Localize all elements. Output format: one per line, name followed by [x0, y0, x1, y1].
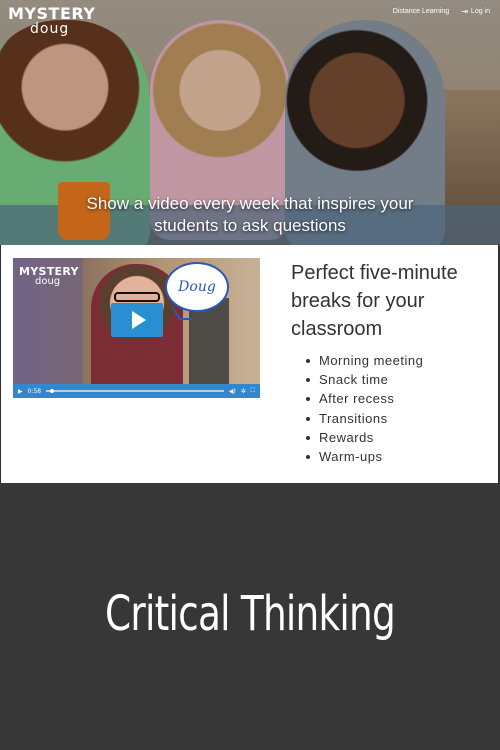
- page: MYSTERY doug Distance Learning ⇥ Log in …: [0, 0, 500, 750]
- play-icon: [131, 311, 146, 329]
- list-item: Transitions: [304, 409, 423, 428]
- video-logo: MYSTERY doug: [19, 266, 79, 287]
- play-button[interactable]: [111, 303, 163, 337]
- banner-title: Critical Thinking: [105, 586, 396, 642]
- list-item: Rewards: [304, 428, 423, 447]
- nav-distance-learning-link[interactable]: Distance Learning: [393, 8, 449, 15]
- features-section: MYSTERY doug Doug ▶ 0:58 ◀) ✲ ⛶ Perfect …: [1, 245, 498, 483]
- list-item: Snack time: [304, 370, 423, 389]
- video-progress-bar[interactable]: [46, 389, 224, 393]
- video-logo-line2: doug: [35, 276, 61, 287]
- hero-caption: Show a video every week that inspires yo…: [0, 193, 500, 237]
- list-item: Warm-ups: [304, 447, 423, 466]
- fullscreen-icon[interactable]: ⛶: [251, 387, 255, 395]
- features-headline: Perfect five-minute breaks for your clas…: [291, 262, 458, 340]
- list-item: Morning meeting: [304, 351, 423, 370]
- list-item: After recess: [304, 389, 423, 408]
- video-progress-handle[interactable]: [49, 389, 54, 393]
- video-controls: ▶ 0:58 ◀) ✲ ⛶: [13, 384, 260, 398]
- logo-line1: MYSTERY: [8, 4, 96, 23]
- site-logo[interactable]: MYSTERY doug: [8, 4, 96, 37]
- hero-caption-line1: Show a video every week that inspires yo…: [86, 194, 414, 213]
- video-presenter-glasses: [114, 292, 160, 302]
- video-player[interactable]: MYSTERY doug Doug ▶ 0:58 ◀) ✲ ⛶: [13, 258, 260, 398]
- login-icon: ⇥: [461, 7, 468, 16]
- speech-bubble: Doug: [165, 262, 229, 312]
- top-nav: Distance Learning ⇥ Log in: [393, 7, 490, 16]
- hero-caption-line2: students to ask questions: [154, 216, 346, 235]
- title-banner: Critical Thinking: [0, 483, 500, 750]
- nav-login-link[interactable]: ⇥ Log in: [461, 7, 490, 16]
- nav-login-label: Log in: [470, 8, 490, 15]
- volume-icon[interactable]: ◀): [229, 388, 236, 395]
- video-time: 0:58: [27, 387, 42, 395]
- nav-distance-learning-label: Distance Learning: [392, 8, 450, 15]
- hero-banner: MYSTERY doug Distance Learning ⇥ Log in …: [0, 0, 500, 245]
- settings-icon[interactable]: ✲: [241, 388, 246, 395]
- logo-line2: doug: [30, 21, 70, 37]
- speech-bubble-text: Doug: [178, 279, 216, 295]
- features-list: Morning meeting Snack time After recess …: [304, 351, 423, 466]
- control-play-icon[interactable]: ▶: [18, 388, 23, 395]
